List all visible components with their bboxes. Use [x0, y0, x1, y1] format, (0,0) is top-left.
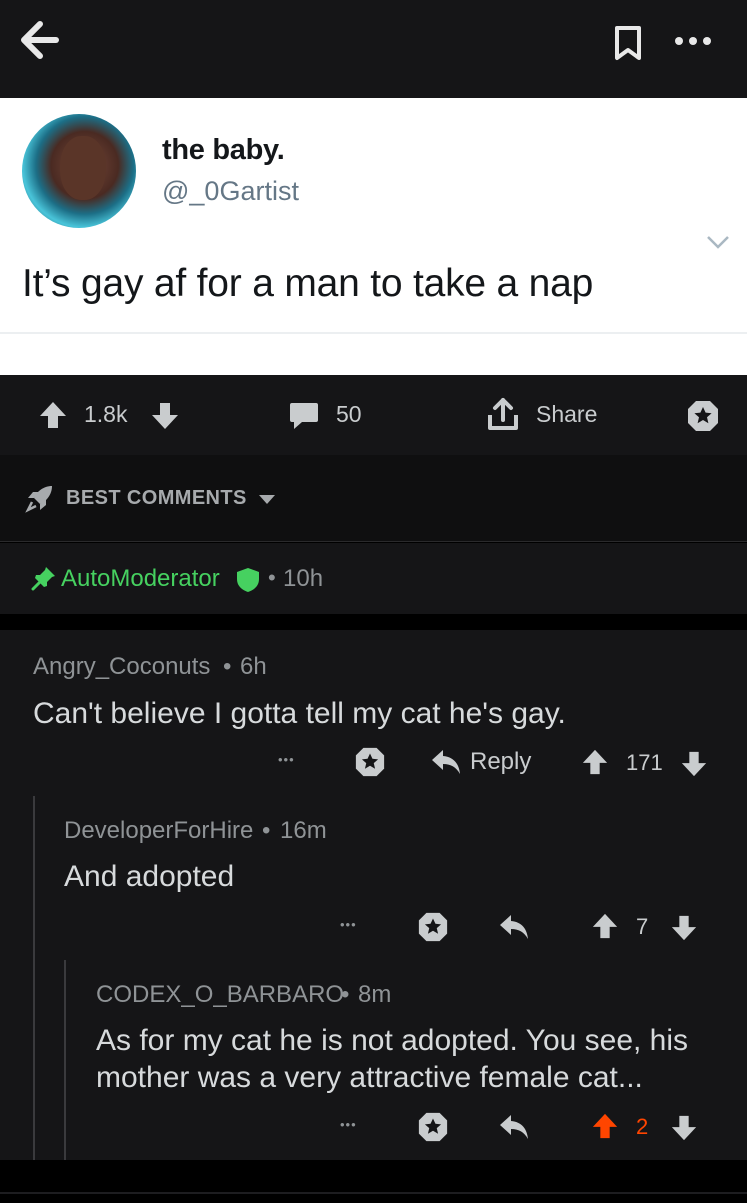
arrow-down-icon[interactable]: [150, 401, 180, 431]
arrow-up-icon[interactable]: [581, 748, 609, 776]
reply-arrow-icon[interactable]: [498, 1113, 530, 1141]
more-options-button[interactable]: •••: [340, 917, 357, 932]
tweet-handle: @_0Gartist: [162, 176, 299, 206]
meta-separator: •: [341, 981, 350, 1008]
comment-age: 8m: [358, 981, 392, 1008]
thread-line[interactable]: [33, 796, 35, 1160]
meta-separator: •: [262, 817, 271, 844]
reply-button[interactable]: Reply: [470, 748, 531, 776]
avatar: [22, 114, 136, 228]
pin-icon: [31, 567, 55, 591]
award-star-icon[interactable]: [417, 911, 449, 943]
comments-button[interactable]: 50: [288, 397, 370, 435]
chevron-down-icon: [707, 236, 729, 249]
share-button[interactable]: Share: [486, 395, 616, 435]
tweet-text: It’s gay af for a man to take a nap: [22, 262, 594, 305]
comment-author[interactable]: DeveloperForHire: [64, 817, 253, 845]
top-nav-bar: [0, 0, 747, 98]
comment-body-line: mother was a very attractive female cat.…: [96, 1061, 643, 1094]
comment-score: 171: [626, 750, 663, 775]
comment-count: 50: [336, 401, 362, 427]
post-score: 1.8k: [84, 401, 128, 427]
reply-arrow-icon[interactable]: [498, 913, 530, 941]
shield-icon: [237, 568, 259, 592]
comment-author[interactable]: Angry_Coconuts: [33, 653, 210, 681]
comment-body: And adopted: [64, 860, 235, 893]
more-options-button[interactable]: •••: [340, 1117, 357, 1132]
bookmark-icon: [615, 26, 641, 60]
post-action-bar: 1.8k 50 Share: [0, 375, 747, 455]
arrow-down-icon[interactable]: [680, 750, 708, 778]
more-horizontal-icon: [675, 37, 711, 45]
arrow-down-icon[interactable]: [670, 1114, 698, 1142]
comment-body: Can't believe I gotta tell my cat he's g…: [33, 697, 566, 730]
arrow-up-icon[interactable]: [591, 1112, 619, 1140]
comment-score: 2: [636, 1114, 649, 1139]
automod-author[interactable]: AutoModerator: [61, 565, 220, 593]
post-image[interactable]: [0, 98, 747, 375]
comment-score: 7: [636, 914, 649, 939]
award-button[interactable]: [686, 399, 720, 433]
automoderator-comment-collapsed[interactable]: AutoModerator • 10h: [0, 543, 747, 614]
arrow-left-icon: [21, 21, 59, 59]
sort-label[interactable]: BEST COMMENTS: [66, 487, 247, 510]
back-button[interactable]: [18, 20, 62, 60]
more-options-button[interactable]: •••: [278, 752, 295, 767]
meta-separator: •: [223, 653, 232, 680]
comment-body-line: As for my cat he is not adopted. You see…: [96, 1024, 689, 1057]
automod-age: 10h: [283, 565, 324, 592]
chevron-down-icon: [259, 495, 275, 504]
bottom-spacer: [0, 1160, 747, 1203]
share-label: Share: [536, 401, 598, 427]
bookmark-button[interactable]: [610, 24, 646, 62]
reply-arrow-icon[interactable]: [430, 748, 462, 776]
award-star-icon: [688, 401, 718, 431]
comment-age: 16m: [280, 817, 327, 844]
arrow-up-icon[interactable]: [591, 912, 619, 940]
arrow-down-icon[interactable]: [670, 914, 698, 942]
rocket-icon: [25, 486, 52, 513]
arrow-up-icon[interactable]: [38, 400, 68, 430]
meta-separator: •: [268, 565, 276, 590]
thread-line[interactable]: [64, 960, 66, 1160]
award-star-icon[interactable]: [417, 1111, 449, 1143]
tweet-display-name: the baby.: [162, 134, 285, 166]
award-star-icon[interactable]: [354, 746, 386, 778]
more-options-button[interactable]: [673, 24, 713, 58]
share-icon: [488, 398, 518, 430]
section-divider: [0, 614, 747, 630]
comment-author[interactable]: CODEX_O_BARBARO: [96, 981, 344, 1009]
comment-bubble-icon: [290, 403, 318, 429]
comment-age: 6h: [240, 653, 267, 680]
divider: [0, 1192, 747, 1194]
